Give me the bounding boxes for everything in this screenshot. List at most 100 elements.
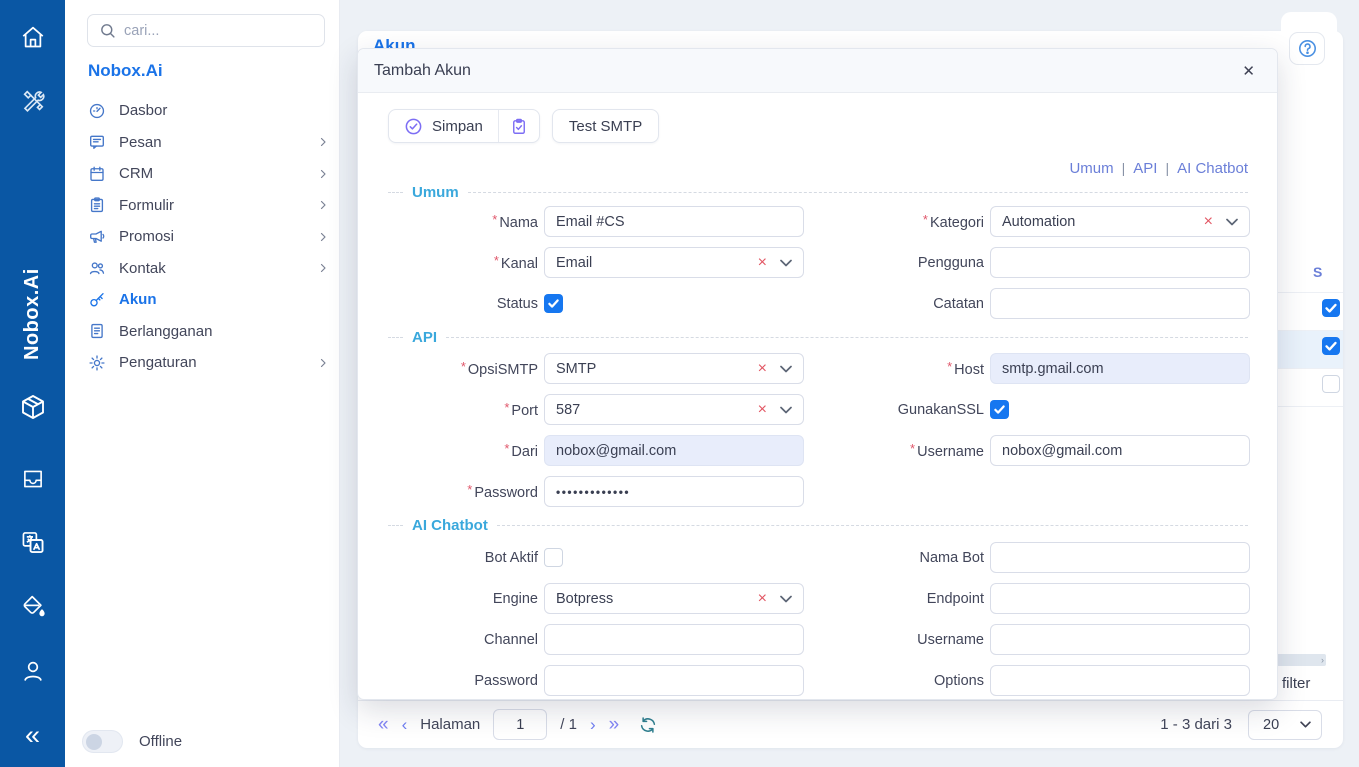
sidebar-item-label: Pesan <box>119 134 162 151</box>
field-label: GunakanSSL <box>810 402 984 418</box>
tab-ai-chatbot[interactable]: AI Chatbot <box>1177 160 1248 177</box>
paint-bucket-icon[interactable] <box>19 593 46 620</box>
chevron-down-icon[interactable] <box>1226 218 1238 226</box>
required-marker: * <box>504 441 509 456</box>
section-header-umum: Umum <box>388 184 1248 200</box>
chevron-down-icon[interactable] <box>780 406 792 414</box>
bot-aktif-checkbox[interactable] <box>544 548 563 567</box>
options-input[interactable] <box>990 665 1250 696</box>
chevron-down-icon[interactable] <box>780 259 792 267</box>
password-bot-input[interactable] <box>544 665 804 696</box>
table-status-header: S <box>1313 264 1322 280</box>
sidebar-item-kontak[interactable]: Kontak <box>88 253 329 285</box>
field-label: Password <box>388 673 538 689</box>
close-icon[interactable]: ✕ <box>1242 62 1255 80</box>
sidebar-item-formulir[interactable]: Formulir <box>88 190 329 222</box>
pagination-range: 1 - 3 dari 3 <box>1160 716 1232 733</box>
clipboard-check-icon <box>510 117 528 136</box>
tab-api[interactable]: API <box>1133 160 1157 177</box>
clear-icon[interactable]: × <box>758 402 767 418</box>
contacts-icon <box>88 259 106 277</box>
offline-label: Offline <box>139 733 182 750</box>
nama-bot-input[interactable] <box>990 542 1250 573</box>
field-label: *Password <box>388 482 538 501</box>
first-page-icon[interactable]: « <box>378 715 389 734</box>
sidebar-item-pesan[interactable]: Pesan <box>88 127 329 159</box>
required-marker: * <box>461 359 466 374</box>
username-bot-input[interactable] <box>990 624 1250 655</box>
tab-separator: | <box>1165 160 1169 176</box>
offline-toggle[interactable] <box>82 730 123 753</box>
pengguna-input[interactable] <box>990 247 1250 278</box>
opsismtp-select[interactable]: SMTP × <box>544 353 804 384</box>
search-icon <box>99 22 116 39</box>
row-status-checkbox[interactable] <box>1322 375 1340 393</box>
host-input[interactable] <box>990 353 1250 384</box>
field-label: *Host <box>810 359 984 378</box>
chevron-right-icon <box>317 168 329 180</box>
sidebar-item-crm[interactable]: CRM <box>88 158 329 190</box>
sidebar-item-pengaturan[interactable]: Pengaturan <box>88 347 329 379</box>
kategori-select[interactable]: Automation × <box>990 206 1250 237</box>
status-checkbox[interactable] <box>544 294 563 313</box>
home-icon[interactable] <box>20 24 46 50</box>
row-status-checkbox[interactable] <box>1322 299 1340 317</box>
page-size-select[interactable]: 20 <box>1248 710 1322 740</box>
row-status-checkbox[interactable] <box>1322 337 1340 355</box>
clear-icon[interactable]: × <box>1204 214 1213 230</box>
sidebar-item-label: Kontak <box>119 260 166 277</box>
refresh-icon[interactable] <box>639 716 657 734</box>
package-icon[interactable] <box>18 391 48 423</box>
username-api-input[interactable] <box>990 435 1250 466</box>
modal-section-tabs: Umum | API | AI Chatbot <box>388 159 1248 177</box>
password-api-input[interactable] <box>544 476 804 507</box>
clear-icon[interactable]: × <box>758 591 767 607</box>
save-button[interactable]: Simpan <box>389 110 498 142</box>
catatan-input[interactable] <box>990 288 1250 319</box>
next-page-icon[interactable]: › <box>590 716 596 733</box>
tab-umum[interactable]: Umum <box>1069 160 1113 177</box>
page-number-input[interactable] <box>493 709 547 740</box>
required-marker: * <box>910 441 915 456</box>
gunakanssl-checkbox[interactable] <box>990 400 1009 419</box>
clear-icon[interactable]: × <box>758 255 767 271</box>
test-smtp-button[interactable]: Test SMTP <box>552 109 659 143</box>
sidebar-search[interactable] <box>87 14 325 47</box>
prev-page-icon[interactable]: ‹ <box>402 716 408 733</box>
offline-row: Offline <box>82 730 182 753</box>
nama-input[interactable] <box>544 206 804 237</box>
kanal-select[interactable]: Email × <box>544 247 804 278</box>
sidebar-item-berlangganan[interactable]: Berlangganan <box>88 316 329 348</box>
channel-input[interactable] <box>544 624 804 655</box>
megaphone-icon <box>88 228 106 246</box>
sidebar-item-akun[interactable]: Akun <box>88 284 329 316</box>
modal-header: Tambah Akun ✕ <box>358 49 1277 93</box>
field-label: Options <box>810 673 984 689</box>
help-button[interactable] <box>1289 32 1325 65</box>
clear-icon[interactable]: × <box>758 361 767 377</box>
document-icon <box>88 322 106 340</box>
inbox-icon[interactable] <box>19 466 46 492</box>
save-options-button[interactable] <box>499 110 539 142</box>
sidebar-item-promosi[interactable]: Promosi <box>88 221 329 253</box>
endpoint-input[interactable] <box>990 583 1250 614</box>
search-input[interactable] <box>124 23 313 39</box>
chevron-right-icon <box>317 262 329 274</box>
modal-toolbar: Simpan Test SMTP <box>388 109 1248 143</box>
last-page-icon[interactable]: » <box>609 715 620 734</box>
tools-icon[interactable] <box>20 88 45 113</box>
user-icon[interactable] <box>20 658 46 684</box>
engine-select[interactable]: Botpress × <box>544 583 804 614</box>
field-label: *Nama <box>388 212 538 231</box>
port-select[interactable]: 587 × <box>544 394 804 425</box>
chevron-right-icon <box>317 231 329 243</box>
dari-input[interactable] <box>544 435 804 466</box>
chevron-down-icon[interactable] <box>780 365 792 373</box>
save-split-button: Simpan <box>388 109 540 143</box>
collapse-sidebar-icon[interactable]: « <box>25 722 40 749</box>
sidebar-item-dasbor[interactable]: Dasbor <box>88 95 329 127</box>
required-marker: * <box>504 400 509 415</box>
translate-icon[interactable] <box>19 529 46 556</box>
scroll-right-icon[interactable]: › <box>1321 656 1324 665</box>
chevron-down-icon[interactable] <box>780 595 792 603</box>
